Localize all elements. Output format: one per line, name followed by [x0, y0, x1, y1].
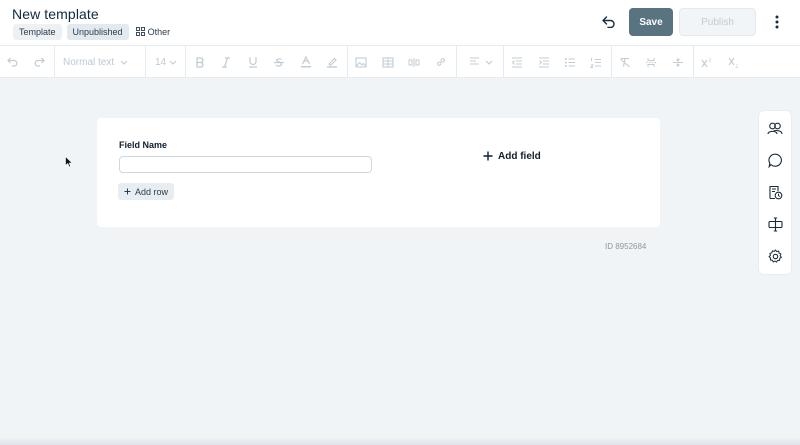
superscript-icon[interactable]: 2 [700, 53, 714, 71]
indent-icon[interactable] [537, 53, 551, 71]
editor-toolbar: Normal text 14 2 2 [0, 45, 800, 78]
toolbar-divider [503, 46, 504, 77]
field-name-input[interactable] [119, 156, 372, 173]
document-history-icon[interactable] [765, 182, 785, 202]
divider-icon[interactable] [671, 53, 685, 71]
toolbar-divider [693, 46, 694, 77]
people-icon[interactable] [765, 118, 785, 138]
embed-icon[interactable] [407, 53, 421, 71]
settings-icon[interactable] [765, 246, 785, 266]
variables-icon[interactable] [765, 214, 785, 234]
header: New template Template Unpublished Other … [0, 0, 800, 45]
text-style-select[interactable]: Normal text [63, 53, 137, 71]
highlight-icon[interactable] [325, 53, 339, 71]
align-icon[interactable] [466, 53, 496, 71]
svg-text:2: 2 [709, 57, 712, 63]
field-name-label: Field Name [119, 140, 168, 150]
outdent-icon[interactable] [510, 53, 524, 71]
table-icon[interactable] [381, 53, 395, 71]
chevron-down-icon [120, 60, 128, 65]
save-button[interactable]: Save [629, 8, 673, 36]
link-icon[interactable] [434, 53, 448, 71]
add-field-label: Add field [498, 150, 541, 162]
other-category[interactable]: Other [135, 26, 171, 38]
font-size-select[interactable]: 14 [155, 53, 177, 71]
plus-icon [124, 188, 131, 195]
toolbar-divider [347, 46, 348, 77]
tag-list: Template Unpublished Other [13, 24, 170, 40]
grid-icon [135, 26, 145, 38]
toolbar-divider [611, 46, 612, 77]
plus-icon [483, 151, 493, 161]
undo-button[interactable] [598, 11, 620, 33]
chevron-down-icon [169, 60, 177, 65]
add-field-button[interactable]: Add field [483, 149, 541, 163]
document-id: ID 8952684 [605, 242, 647, 251]
publish-button[interactable]: Publish [679, 8, 756, 36]
strikethrough-icon[interactable] [272, 53, 286, 71]
bold-icon[interactable] [193, 53, 207, 71]
toolbar-divider [54, 46, 55, 77]
more-options-button[interactable] [769, 11, 785, 33]
toolbar-divider [145, 46, 146, 77]
underline-icon[interactable] [246, 53, 260, 71]
text-style-value: Normal text [63, 56, 115, 68]
toolbar-divider [185, 46, 186, 77]
fields-card: Field Name Add row Add field [97, 118, 660, 227]
kebab-menu-icon [775, 15, 779, 29]
status-badge: Unpublished [66, 24, 129, 40]
mouse-cursor-icon [65, 155, 73, 173]
page-break-icon[interactable] [644, 53, 658, 71]
add-row-label: Add row [135, 186, 169, 197]
italic-icon[interactable] [219, 53, 233, 71]
add-row-button[interactable]: Add row [118, 183, 175, 200]
text-color-icon[interactable] [299, 53, 313, 71]
side-panel [759, 111, 791, 274]
page-title: New template [12, 6, 99, 22]
redo-icon[interactable] [32, 53, 46, 71]
undo-icon[interactable] [6, 53, 20, 71]
font-size-value: 14 [155, 56, 167, 68]
clear-format-icon[interactable] [618, 53, 632, 71]
bullet-list-icon[interactable] [563, 53, 577, 71]
other-label: Other [147, 27, 171, 37]
comment-icon[interactable] [765, 150, 785, 170]
numbered-list-icon[interactable] [589, 53, 603, 71]
chevron-down-icon [485, 60, 493, 65]
undo-arrow-icon [602, 16, 615, 28]
subscript-icon[interactable]: 2 [727, 53, 741, 71]
toolbar-divider [456, 46, 457, 77]
image-icon[interactable] [354, 53, 368, 71]
template-tag: Template [13, 24, 62, 40]
svg-text:2: 2 [736, 64, 739, 68]
bottom-edge [0, 437, 800, 445]
